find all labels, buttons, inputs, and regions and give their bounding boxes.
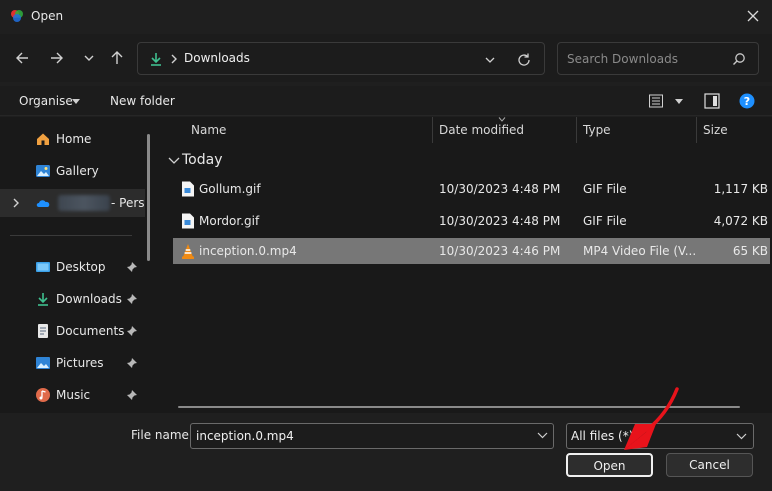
sidebar-item-desktop[interactable]: Desktop bbox=[0, 253, 145, 281]
file-list: Name Date modified Type Size Today Gollu… bbox=[160, 117, 772, 413]
preview-pane-icon[interactable] bbox=[704, 93, 720, 109]
sidebar-item-label: Documents bbox=[56, 324, 125, 338]
column-header-size[interactable]: Size bbox=[703, 123, 728, 137]
file-name: Gollum.gif bbox=[199, 182, 261, 196]
column-header-name[interactable]: Name bbox=[191, 123, 226, 137]
chevron-down-icon[interactable] bbox=[168, 157, 180, 165]
sidebar-divider bbox=[10, 235, 132, 236]
file-name-input[interactable] bbox=[190, 423, 554, 449]
documents-icon bbox=[38, 324, 48, 338]
pictures-icon bbox=[36, 357, 50, 369]
gif-file-icon bbox=[182, 213, 194, 229]
gif-file-icon bbox=[182, 181, 194, 197]
downloads-icon bbox=[151, 53, 161, 66]
group-header-today[interactable]: Today bbox=[182, 152, 223, 168]
pin-icon[interactable] bbox=[126, 325, 138, 337]
address-dropdown-icon[interactable] bbox=[484, 54, 496, 66]
sidebar-item-label: Home bbox=[56, 132, 92, 146]
file-size: 1,117 KB bbox=[713, 182, 768, 196]
open-button[interactable]: Open bbox=[566, 453, 653, 477]
pin-icon[interactable] bbox=[126, 389, 138, 401]
chevron-right-icon[interactable] bbox=[12, 198, 20, 208]
downloads-icon bbox=[38, 293, 48, 306]
music-icon bbox=[36, 388, 50, 402]
close-icon[interactable] bbox=[742, 5, 764, 27]
caret-down-icon[interactable] bbox=[675, 99, 683, 104]
recent-locations-chevron-icon[interactable] bbox=[79, 48, 99, 68]
refresh-icon[interactable] bbox=[516, 52, 532, 68]
up-arrow-icon[interactable] bbox=[107, 48, 127, 68]
file-type: GIF File bbox=[583, 214, 627, 228]
app-icon bbox=[11, 10, 23, 22]
sidebar-item-label: Music bbox=[56, 388, 91, 402]
sidebar-item-label: Desktop bbox=[56, 260, 106, 274]
search-placeholder: Search Downloads bbox=[567, 52, 678, 66]
file-name-label: File name: bbox=[131, 428, 193, 442]
sidebar-item-home[interactable]: Home bbox=[0, 125, 145, 153]
new-folder-button[interactable]: New folder bbox=[110, 94, 175, 108]
sidebar-item-label: Pictures bbox=[56, 356, 104, 370]
title-bar: Open bbox=[0, 0, 772, 32]
sidebar-item-music[interactable]: Music bbox=[0, 381, 145, 409]
chevron-down-icon[interactable] bbox=[537, 432, 548, 439]
file-date: 10/30/2023 4:48 PM bbox=[439, 214, 561, 228]
forward-arrow-icon[interactable] bbox=[46, 48, 66, 68]
help-icon[interactable]: ? bbox=[739, 93, 755, 109]
sidebar-item-label: Gallery bbox=[56, 164, 99, 178]
file-type: MP4 Video File (V... bbox=[583, 244, 697, 258]
command-toolbar: Organise New folder ? bbox=[0, 86, 772, 116]
column-header-type[interactable]: Type bbox=[583, 123, 611, 137]
home-icon bbox=[37, 133, 49, 145]
file-size: 65 KB bbox=[732, 244, 768, 258]
navigation-bar: Downloads Search Downloads bbox=[0, 34, 772, 82]
annotation-arrow-icon bbox=[624, 387, 679, 450]
vlc-file-icon bbox=[182, 244, 194, 259]
sort-chevron-icon bbox=[498, 117, 506, 122]
column-header-date[interactable]: Date modified bbox=[439, 123, 524, 137]
sidebar-item-documents[interactable]: Documents bbox=[0, 317, 145, 345]
sidebar-item-label: Downloads bbox=[56, 292, 122, 306]
table-row[interactable]: Mordor.gif 10/30/2023 4:48 PM GIF File 4… bbox=[173, 208, 770, 234]
desktop-icon bbox=[36, 262, 50, 272]
search-icon[interactable] bbox=[732, 52, 746, 66]
column-divider[interactable] bbox=[432, 117, 433, 143]
file-date: 10/30/2023 4:46 PM bbox=[439, 244, 561, 258]
column-divider[interactable] bbox=[576, 117, 577, 143]
pin-icon[interactable] bbox=[126, 357, 138, 369]
sidebar-item-pictures[interactable]: Pictures bbox=[0, 349, 145, 377]
address-bar[interactable]: Downloads bbox=[137, 42, 545, 75]
onedrive-label-suffix: - Pers bbox=[111, 196, 145, 210]
cancel-button[interactable]: Cancel bbox=[666, 453, 753, 477]
caret-down-icon[interactable] bbox=[72, 99, 80, 104]
address-text: Downloads bbox=[184, 51, 250, 65]
window-title: Open bbox=[31, 9, 64, 23]
file-name: inception.0.mp4 bbox=[199, 244, 297, 258]
search-input[interactable]: Search Downloads bbox=[557, 42, 759, 75]
onedrive-cloud-icon bbox=[36, 200, 50, 207]
file-date: 10/30/2023 4:48 PM bbox=[439, 182, 561, 196]
table-row-selected[interactable]: inception.0.mp4 10/30/2023 4:46 PM MP4 V… bbox=[173, 238, 770, 264]
column-divider[interactable] bbox=[696, 117, 697, 143]
chevron-right-icon[interactable] bbox=[170, 54, 178, 64]
back-arrow-icon[interactable] bbox=[13, 48, 33, 68]
sidebar-scrollbar[interactable] bbox=[147, 134, 150, 261]
organise-button[interactable]: Organise bbox=[19, 94, 73, 108]
redacted-account-name bbox=[58, 195, 110, 211]
sidebar-item-gallery[interactable]: Gallery bbox=[0, 157, 145, 185]
table-row[interactable]: Gollum.gif 10/30/2023 4:48 PM GIF File 1… bbox=[173, 176, 770, 202]
file-name: Mordor.gif bbox=[199, 214, 260, 228]
sidebar-item-onedrive[interactable]: - Pers bbox=[0, 189, 145, 217]
view-options-icon[interactable] bbox=[649, 94, 663, 108]
file-type: GIF File bbox=[583, 182, 627, 196]
sidebar-item-downloads[interactable]: Downloads bbox=[0, 285, 145, 313]
file-size: 4,072 KB bbox=[713, 214, 768, 228]
pin-icon[interactable] bbox=[126, 293, 138, 305]
pin-icon[interactable] bbox=[126, 261, 138, 273]
gallery-icon bbox=[36, 165, 50, 177]
navigation-pane: Home Gallery - Pers Desktop Downloads Do… bbox=[0, 117, 160, 413]
svg-text:?: ? bbox=[744, 95, 750, 108]
chevron-down-icon[interactable] bbox=[736, 433, 747, 440]
